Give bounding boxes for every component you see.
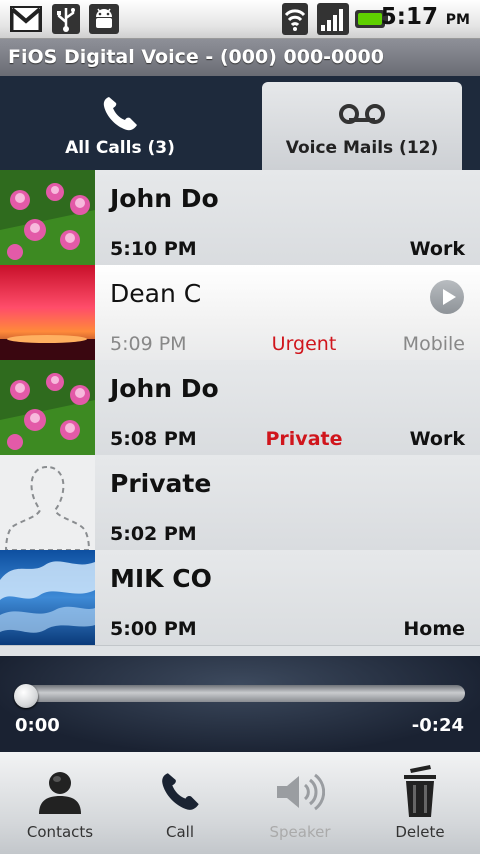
- play-icon[interactable]: [430, 280, 464, 314]
- remaining-time: -0:24: [411, 715, 464, 736]
- tab-bar: All Calls (3) Voice Mails (12): [0, 76, 480, 170]
- signal-icon: [316, 3, 350, 35]
- number-type: Home: [403, 618, 465, 640]
- app-title: FiOS Digital Voice - (000) 000-0000: [0, 39, 480, 76]
- gmail-icon: [8, 3, 44, 35]
- voicemail-row[interactable]: John Do 5:08 PM Private Work: [0, 360, 480, 456]
- number-type: Mobile: [402, 333, 465, 355]
- delete-label: Delete: [395, 823, 445, 841]
- playback-seek-bar[interactable]: [16, 685, 465, 702]
- contacts-icon: [0, 764, 120, 820]
- phone-icon: [120, 764, 240, 820]
- playback-panel: 0:00 -0:24: [0, 656, 480, 752]
- voicemail-time: 5:10 PM: [110, 238, 197, 260]
- speaker-icon: [240, 764, 360, 820]
- contacts-button[interactable]: Contacts: [0, 752, 120, 854]
- voicemail-time: 5:09 PM: [110, 333, 187, 355]
- sunset-photo: [0, 265, 95, 360]
- tab-all-calls-label: All Calls (3): [65, 138, 175, 158]
- elapsed-time: 0:00: [15, 715, 60, 736]
- tab-voice-mails[interactable]: Voice Mails (12): [262, 82, 462, 170]
- voicemail-flag: Private: [265, 428, 343, 450]
- voicemail-time: 5:00 PM: [110, 618, 197, 640]
- caller-name: Dean C: [110, 279, 202, 308]
- number-type: Work: [409, 238, 465, 260]
- delete-button[interactable]: Delete: [360, 752, 480, 854]
- water-lily-photo: [0, 360, 95, 455]
- number-type: Work: [409, 428, 465, 450]
- default-contact-silhouette: [0, 455, 95, 550]
- voicemail-row[interactable]: MIK CO 5:00 PM Home: [0, 550, 480, 646]
- status-bar: 5:17 PM: [0, 0, 480, 39]
- playback-seek-handle[interactable]: [14, 684, 38, 708]
- wave-photo: [0, 550, 95, 645]
- call-button[interactable]: Call: [120, 752, 240, 854]
- tab-voice-mails-label: Voice Mails (12): [285, 138, 439, 158]
- speaker-label: Speaker: [269, 823, 331, 841]
- call-label: Call: [165, 823, 194, 841]
- voicemail-icon: [262, 94, 462, 134]
- contacts-label: Contacts: [26, 823, 94, 841]
- voicemail-row[interactable]: Private 5:02 PM: [0, 455, 480, 551]
- voicemail-row[interactable]: John Do 5:10 PM Work: [0, 170, 480, 266]
- caller-name: MIK CO: [110, 564, 212, 593]
- phone-icon: [0, 94, 240, 134]
- speaker-button[interactable]: Speaker: [240, 752, 360, 854]
- bottom-toolbar: Contacts Call Speaker Delete: [0, 752, 480, 854]
- voicemail-time: 5:02 PM: [110, 523, 197, 545]
- voicemail-flag: Urgent: [271, 333, 337, 355]
- clock-time: 5:17: [380, 4, 438, 30]
- voicemail-row-selected[interactable]: Dean C 5:09 PM Urgent Mobile: [0, 265, 480, 361]
- voicemail-time: 5:08 PM: [110, 428, 197, 450]
- voicemail-list: John Do 5:10 PM Work Dean C 5:09 PM Urge…: [0, 170, 480, 656]
- trash-icon: [360, 764, 480, 820]
- clock-ampm: PM: [445, 12, 470, 28]
- water-lily-photo: [0, 170, 95, 265]
- caller-name: John Do: [110, 184, 219, 213]
- tab-all-calls[interactable]: All Calls (3): [0, 82, 240, 170]
- android-debug-icon: [88, 3, 120, 35]
- usb-icon: [50, 3, 82, 35]
- wifi-icon: [281, 3, 309, 35]
- caller-name: Private: [110, 469, 212, 498]
- caller-name: John Do: [110, 374, 219, 403]
